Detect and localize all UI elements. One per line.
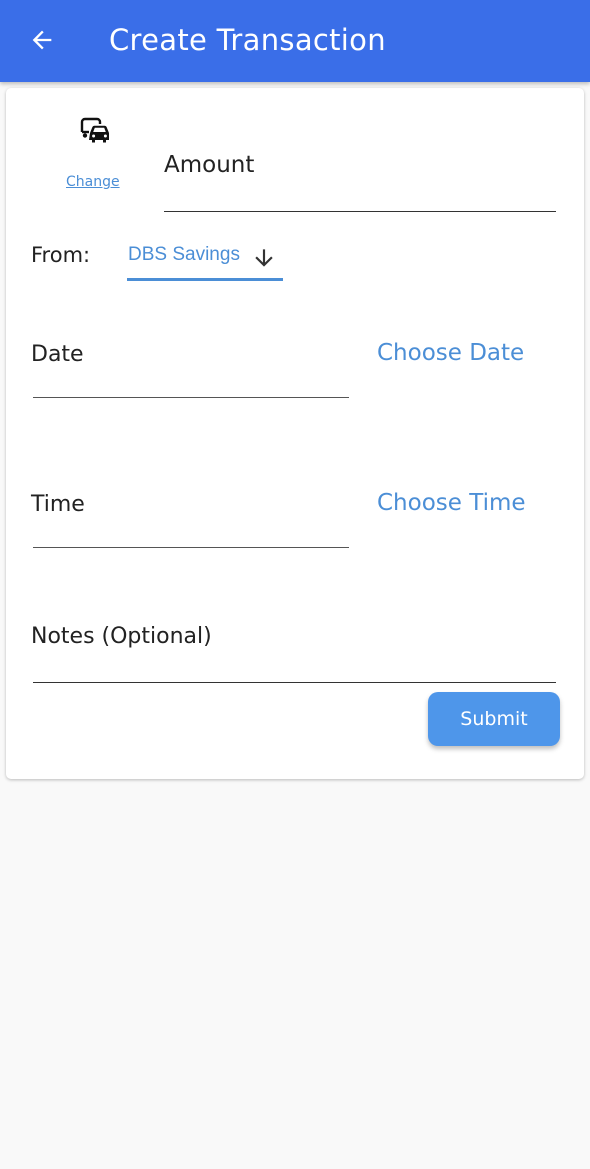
transaction-form-card: Change Amount From: DBS Savings Date Cho… <box>6 88 584 779</box>
arrow-down-icon <box>255 249 273 267</box>
notes-field[interactable]: Notes (Optional) <box>31 608 556 683</box>
app-bar: Create Transaction <box>0 0 590 82</box>
choose-time-button[interactable]: Choose Time <box>377 490 526 516</box>
amount-field[interactable]: Amount <box>164 148 556 212</box>
page-title: Create Transaction <box>109 23 386 57</box>
change-category-link[interactable]: Change <box>66 174 120 190</box>
arrow-left-icon <box>32 30 52 50</box>
account-dropdown-value: DBS Savings <box>128 244 240 265</box>
cars-icon[interactable] <box>79 116 113 144</box>
choose-date-button[interactable]: Choose Date <box>377 340 524 366</box>
date-label: Date <box>31 342 84 367</box>
amount-label: Amount <box>164 152 255 178</box>
time-label: Time <box>31 492 85 517</box>
from-label: From: <box>31 243 91 267</box>
date-field[interactable]: Date <box>31 334 349 398</box>
time-field[interactable]: Time <box>31 484 349 548</box>
account-dropdown[interactable]: DBS Savings <box>127 240 283 281</box>
back-button[interactable] <box>24 20 60 60</box>
submit-button[interactable]: Submit <box>428 692 560 746</box>
notes-label: Notes (Optional) <box>31 624 212 649</box>
